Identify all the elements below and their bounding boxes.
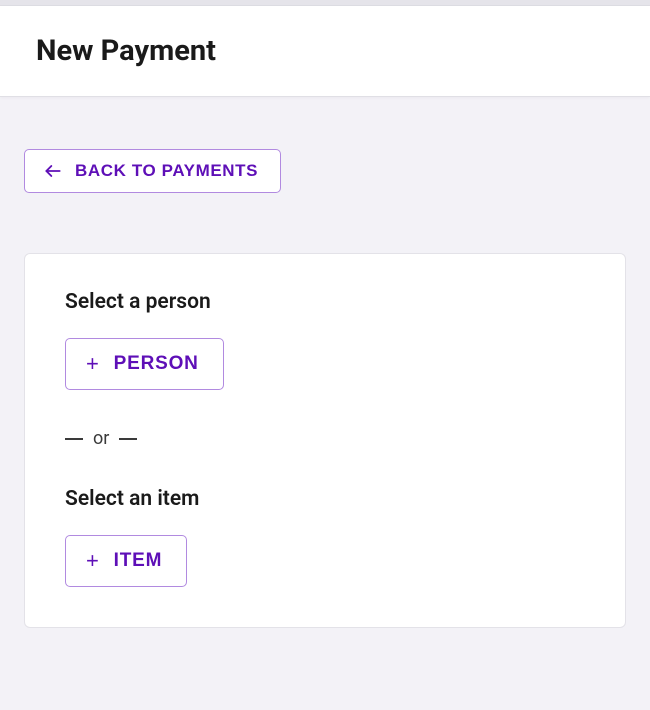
or-divider: or — [65, 428, 585, 449]
select-person-label: Select a person — [65, 290, 585, 314]
dash-icon — [65, 438, 83, 440]
add-item-button[interactable]: + ITEM — [65, 535, 187, 587]
add-person-button[interactable]: + PERSON — [65, 338, 224, 390]
page-header: New Payment — [0, 6, 650, 97]
back-button-label: BACK TO PAYMENTS — [75, 161, 258, 181]
arrow-left-icon — [43, 161, 63, 181]
dash-icon — [119, 438, 137, 440]
add-item-label: ITEM — [114, 550, 163, 572]
or-text: or — [93, 428, 109, 449]
back-to-payments-button[interactable]: BACK TO PAYMENTS — [24, 149, 281, 193]
page-title: New Payment — [36, 34, 614, 68]
add-person-label: PERSON — [114, 353, 199, 375]
page-content: BACK TO PAYMENTS Select a person + PERSO… — [0, 97, 650, 652]
plus-icon: + — [86, 353, 100, 375]
plus-icon: + — [86, 550, 100, 572]
payment-selection-card: Select a person + PERSON or Select an it… — [24, 253, 626, 628]
select-item-label: Select an item — [65, 487, 585, 511]
